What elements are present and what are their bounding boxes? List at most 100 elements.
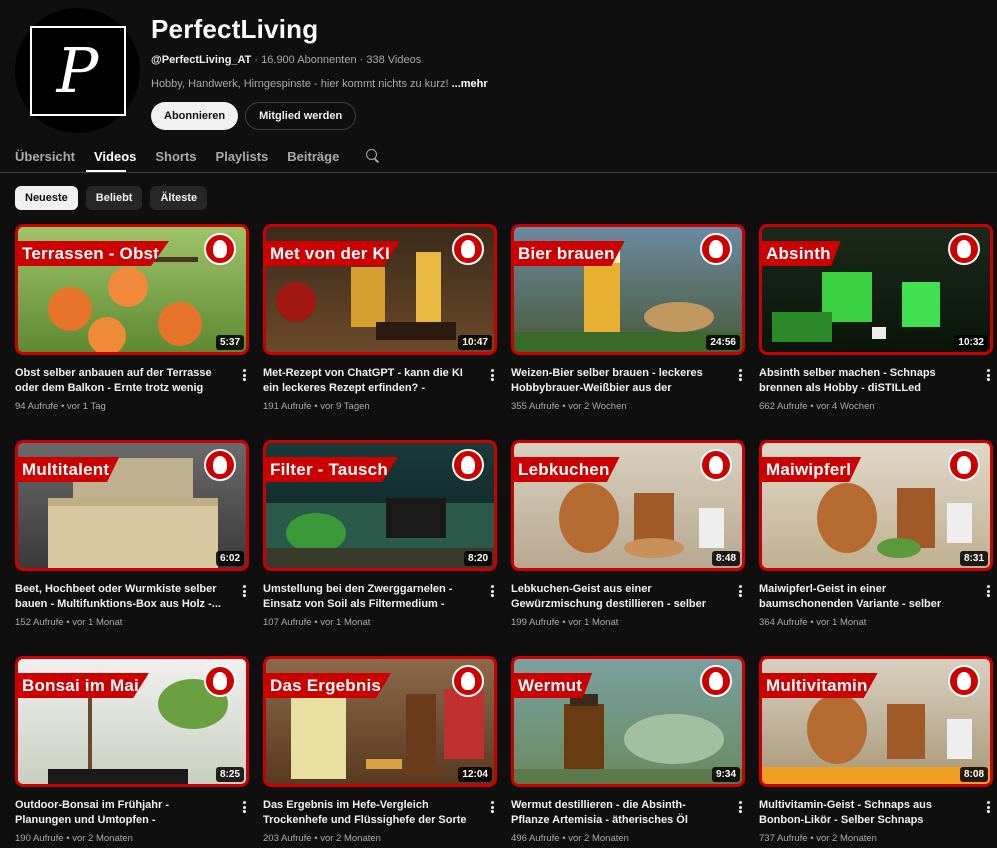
thumbnail-art-shape bbox=[772, 312, 832, 342]
more-options-icon[interactable] bbox=[983, 799, 993, 815]
channel-avatar[interactable]: P bbox=[15, 8, 140, 133]
thumbnail-image: Bonsai im Mai bbox=[18, 659, 246, 784]
thumbnail-art-shape bbox=[48, 498, 218, 506]
video-title[interactable]: Wermut destillieren - die Absinth-Pflanz… bbox=[511, 798, 719, 828]
video-card[interactable]: Bier brauen 24:56 Weizen-Bier selber bra… bbox=[511, 224, 745, 440]
video-title[interactable]: Outdoor-Bonsai im Frühjahr - Planungen u… bbox=[15, 798, 223, 828]
thumbnail-art-shape bbox=[48, 287, 92, 331]
video-thumbnail[interactable]: Absinth 10:32 bbox=[759, 224, 993, 355]
tab-playlists[interactable]: Playlists bbox=[216, 149, 269, 164]
chip-oldest[interactable]: Älteste bbox=[150, 186, 208, 210]
video-thumbnail[interactable]: Bier brauen 24:56 bbox=[511, 224, 745, 355]
thumbnail-ribbon: Das Ergebnis bbox=[266, 673, 392, 698]
video-title[interactable]: Umstellung bei den Zwerggarnelen - Einsa… bbox=[263, 582, 471, 612]
badge-glyph bbox=[957, 240, 971, 258]
channel-description[interactable]: Hobby, Handwerk, Hirngespinste - hier ko… bbox=[151, 78, 488, 90]
video-duration: 8:25 bbox=[215, 767, 244, 782]
video-thumbnail[interactable]: Das Ergebnis 12:04 bbox=[263, 656, 497, 787]
video-thumbnail[interactable]: Multitalent 6:02 bbox=[15, 440, 249, 571]
video-thumbnail[interactable]: Multivitamin 8:08 bbox=[759, 656, 993, 787]
thumbnail-art-shape bbox=[108, 267, 148, 307]
video-meta: 94 Aufrufe • vor 1 Tag bbox=[15, 401, 106, 412]
video-title[interactable]: Beet, Hochbeet oder Wurmkiste selber bau… bbox=[15, 582, 223, 612]
thumbnail-art-shape bbox=[88, 317, 126, 352]
badge-glyph bbox=[709, 456, 723, 474]
video-card[interactable]: Multitalent 6:02 Beet, Hochbeet oder Wur… bbox=[15, 440, 249, 656]
more-options-icon[interactable] bbox=[735, 367, 745, 383]
thumbnail-art-shape bbox=[559, 483, 619, 553]
badge-glyph bbox=[213, 240, 227, 258]
more-options-icon[interactable] bbox=[487, 583, 497, 599]
video-title[interactable]: Lebkuchen-Geist aus einer Gewürzmischung… bbox=[511, 582, 719, 612]
thumbnail-image: Das Ergebnis bbox=[266, 659, 494, 784]
video-thumbnail[interactable]: Lebkuchen 8:48 bbox=[511, 440, 745, 571]
video-title[interactable]: Das Ergebnis im Hefe-Vergleich Trockenhe… bbox=[263, 798, 471, 828]
thumbnail-art-shape bbox=[947, 719, 972, 759]
video-title[interactable]: Weizen-Bier selber brauen - leckeres Hob… bbox=[511, 366, 719, 396]
video-meta: 662 Aufrufe • vor 4 Wochen bbox=[759, 401, 875, 412]
video-thumbnail[interactable]: Terrassen - Obst 5:37 bbox=[15, 224, 249, 355]
thumbnail-art-shape bbox=[158, 302, 202, 346]
video-meta: 355 Aufrufe • vor 2 Wochen bbox=[511, 401, 627, 412]
video-title[interactable]: Multivitamin-Geist - Schnaps aus Bonbon-… bbox=[759, 798, 967, 828]
tree-icon bbox=[204, 449, 236, 481]
thumbnail-art-shape bbox=[624, 538, 684, 558]
more-options-icon[interactable] bbox=[983, 367, 993, 383]
video-card[interactable]: Lebkuchen 8:48 Lebkuchen-Geist aus einer… bbox=[511, 440, 745, 656]
video-card[interactable]: Wermut 9:34 Wermut destillieren - die Ab… bbox=[511, 656, 745, 848]
video-title[interactable]: Obst selber anbauen auf der Terrasse ode… bbox=[15, 366, 223, 396]
more-options-icon[interactable] bbox=[239, 367, 249, 383]
video-thumbnail[interactable]: Bonsai im Mai 8:25 bbox=[15, 656, 249, 787]
subscribe-button[interactable]: Abonnieren bbox=[151, 102, 239, 130]
tab-posts[interactable]: Beiträge bbox=[287, 149, 339, 164]
thumbnail-ribbon-text: Bier brauen bbox=[518, 243, 615, 263]
video-thumbnail[interactable]: Wermut 9:34 bbox=[511, 656, 745, 787]
sort-chips: Neueste Beliebt Älteste bbox=[15, 186, 208, 210]
thumbnail-art-shape bbox=[444, 689, 484, 759]
more-options-icon[interactable] bbox=[735, 799, 745, 815]
video-thumbnail[interactable]: Maiwipferl 8:31 bbox=[759, 440, 993, 571]
more-options-icon[interactable] bbox=[983, 583, 993, 599]
video-title[interactable]: Maiwipferl-Geist in einer baumschonenden… bbox=[759, 582, 967, 612]
more-options-icon[interactable] bbox=[239, 799, 249, 815]
video-card[interactable]: Met von der KI 10:47 Met-Rezept von Chat… bbox=[263, 224, 497, 440]
more-options-icon[interactable] bbox=[735, 583, 745, 599]
video-thumbnail[interactable]: Filter - Tausch 8:20 bbox=[263, 440, 497, 571]
thumbnail-ribbon-text: Bonsai im Mai bbox=[22, 675, 139, 695]
badge-glyph bbox=[709, 240, 723, 258]
tree-icon bbox=[204, 233, 236, 265]
video-card[interactable]: Bonsai im Mai 8:25 Outdoor-Bonsai im Frü… bbox=[15, 656, 249, 848]
more-options-icon[interactable] bbox=[239, 583, 249, 599]
tab-overview[interactable]: Übersicht bbox=[15, 149, 75, 164]
thumbnail-art-shape bbox=[376, 322, 456, 340]
video-card[interactable]: Absinth 10:32 Absinth selber machen - Sc… bbox=[759, 224, 993, 440]
video-card[interactable]: Multivitamin 8:08 Multivitamin-Geist - S… bbox=[759, 656, 993, 848]
badge-glyph bbox=[461, 456, 475, 474]
video-duration: 9:34 bbox=[711, 767, 740, 782]
search-icon[interactable] bbox=[366, 149, 380, 163]
thumbnail-art-shape bbox=[902, 282, 940, 327]
more-link[interactable]: ...mehr bbox=[452, 78, 488, 90]
video-title[interactable]: Met-Rezept von ChatGPT - kann die KI ein… bbox=[263, 366, 471, 396]
video-card[interactable]: Das Ergebnis 12:04 Das Ergebnis im Hefe-… bbox=[263, 656, 497, 848]
video-meta: 199 Aufrufe • vor 1 Monat bbox=[511, 617, 619, 628]
chip-newest[interactable]: Neueste bbox=[15, 186, 78, 210]
thumbnail-ribbon-text: Wermut bbox=[518, 675, 583, 695]
active-tab-indicator bbox=[86, 170, 126, 172]
badge-glyph bbox=[213, 672, 227, 690]
video-title[interactable]: Absinth selber machen - Schnaps brennen … bbox=[759, 366, 967, 396]
thumbnail-art-shape bbox=[807, 694, 867, 764]
thumbnail-image: Maiwipferl bbox=[762, 443, 990, 568]
tab-shorts[interactable]: Shorts bbox=[155, 149, 196, 164]
video-card[interactable]: Maiwipferl 8:31 Maiwipferl-Geist in eine… bbox=[759, 440, 993, 656]
thumbnail-ribbon-text: Absinth bbox=[766, 243, 831, 263]
more-options-icon[interactable] bbox=[487, 367, 497, 383]
thumbnail-art-shape bbox=[514, 769, 742, 784]
more-options-icon[interactable] bbox=[487, 799, 497, 815]
chip-popular[interactable]: Beliebt bbox=[85, 186, 143, 210]
join-member-button[interactable]: Mitglied werden bbox=[245, 102, 357, 130]
video-card[interactable]: Terrassen - Obst 5:37 Obst selber anbaue… bbox=[15, 224, 249, 440]
video-thumbnail[interactable]: Met von der KI 10:47 bbox=[263, 224, 497, 355]
video-card[interactable]: Filter - Tausch 8:20 Umstellung bei den … bbox=[263, 440, 497, 656]
tab-videos[interactable]: Videos bbox=[94, 149, 136, 164]
